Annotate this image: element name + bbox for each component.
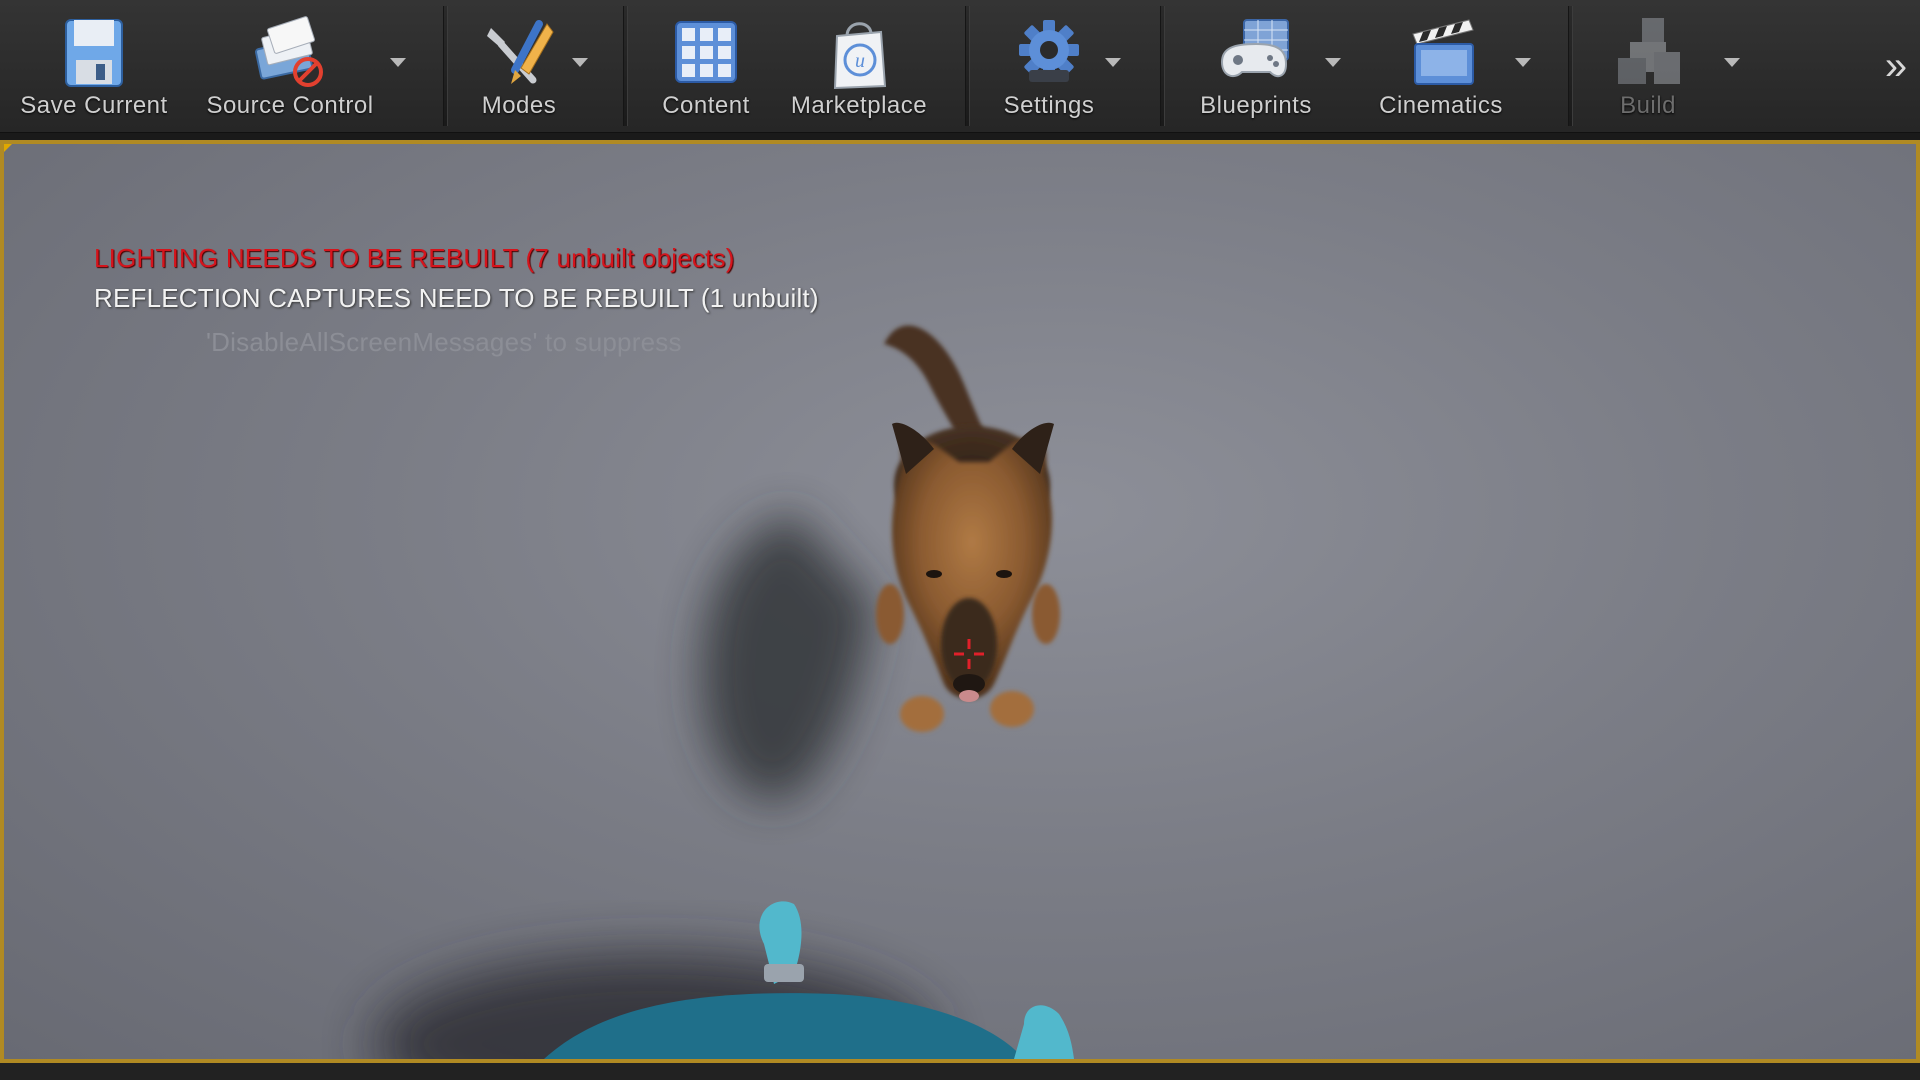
toolbar-separator [1160, 6, 1165, 126]
svg-text:u: u [855, 50, 865, 72]
clapperboard-icon [1412, 19, 1474, 85]
toolbar-overflow-chevron-icon[interactable]: » [1876, 46, 1916, 86]
lighting-rebuild-warning: LIGHTING NEEDS TO BE REBUILT (7 unbuilt … [94, 243, 735, 273]
level-viewport[interactable]: LIGHTING NEEDS TO BE REBUILT (7 unbuilt … [0, 140, 1920, 1063]
marketplace-bag-icon: u [833, 22, 887, 90]
cinematics-button[interactable]: Cinematics [1362, 6, 1520, 126]
toolbar-separator [1568, 6, 1573, 126]
suppress-messages-hint: 'DisableAllScreenMessages' to suppress [206, 327, 682, 357]
build-button[interactable]: Build [1592, 6, 1704, 126]
build-label: Build [1620, 92, 1676, 119]
build-blocks-icon [1618, 18, 1680, 84]
settings-gear-icon [1019, 20, 1079, 82]
modes-label: Modes [481, 92, 557, 119]
source-control-dropdown-arrow[interactable] [390, 58, 406, 67]
marketplace-label: Marketplace [790, 92, 928, 119]
floppy-disk-icon [65, 19, 123, 87]
modes-tools-icon [487, 20, 554, 84]
blueprints-dropdown-arrow[interactable] [1325, 58, 1341, 67]
settings-dropdown-arrow[interactable] [1105, 58, 1121, 67]
editor-window: Save Current Source Control Modes Conten… [0, 0, 1920, 1080]
blueprints-button[interactable]: Blueprints [1183, 6, 1329, 126]
source-control-button[interactable]: Source Control [192, 6, 388, 126]
content-button[interactable]: Content [646, 6, 766, 126]
reflection-rebuild-warning: REFLECTION CAPTURES NEED TO BE REBUILT (… [94, 283, 819, 313]
modes-dropdown-arrow[interactable] [572, 58, 588, 67]
content-grid-icon [675, 21, 737, 83]
settings-label: Settings [1003, 92, 1095, 119]
main-toolbar: Save Current Source Control Modes Conten… [0, 0, 1920, 133]
viewport-bottom-bar [0, 1063, 1920, 1080]
pawn-left-wrist [764, 964, 804, 982]
source-control-label: Source Control [206, 92, 374, 119]
cinematics-dropdown-arrow[interactable] [1515, 58, 1531, 67]
build-dropdown-arrow[interactable] [1724, 58, 1740, 67]
modes-button[interactable]: Modes [458, 6, 580, 126]
marketplace-button[interactable]: u Marketplace [774, 6, 944, 126]
settings-button[interactable]: Settings [985, 6, 1113, 126]
player-pawn-mannequin[interactable] [4, 144, 1916, 1059]
toolbar-separator [443, 6, 448, 126]
source-control-icon [255, 16, 323, 87]
toolbar-separator [965, 6, 970, 126]
save-current-button[interactable]: Save Current [6, 6, 182, 126]
toolbar-separator [623, 6, 628, 126]
cinematics-label: Cinematics [1379, 92, 1503, 119]
blueprints-label: Blueprints [1200, 92, 1312, 119]
pawn-right-hand [1014, 1005, 1074, 1059]
content-label: Content [662, 92, 750, 119]
save-current-label: Save Current [20, 92, 168, 119]
blueprints-gamepad-icon [1220, 19, 1289, 78]
